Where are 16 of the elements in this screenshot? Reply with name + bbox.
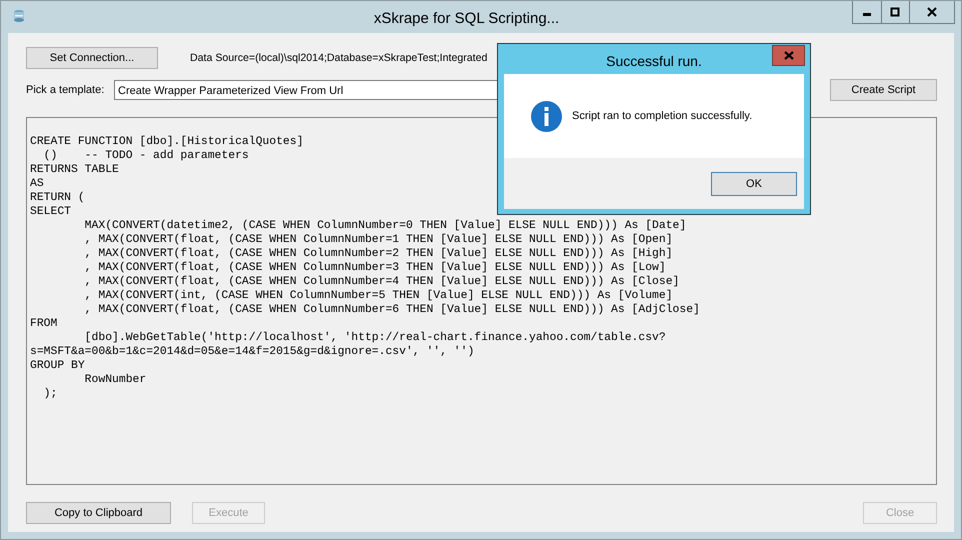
template-label: Pick a template:	[26, 84, 106, 96]
close-icon	[926, 7, 937, 17]
dialog-message: Script ran to completion successfully.	[572, 110, 752, 122]
window-title: xSkrape for SQL Scripting...	[374, 9, 560, 27]
close-icon	[784, 51, 794, 60]
connection-string: Data Source=(local)\sql2014;Database=xSkrapeTest;Integrated	[190, 52, 488, 64]
dialog-close-button[interactable]	[772, 45, 805, 66]
app-icon	[13, 9, 25, 23]
dialog-title: Successful run.	[606, 52, 702, 68]
maximize-icon	[890, 7, 900, 17]
set-connection-button[interactable]: Set Connection...	[26, 47, 158, 69]
info-icon	[531, 100, 562, 132]
ok-button[interactable]: OK	[711, 172, 797, 196]
action-button[interactable]: Copy to Clipboard	[26, 502, 171, 524]
create-script-button[interactable]: Create Script	[830, 79, 937, 101]
script-text: CREATE FUNCTION [dbo].[HistoricalQuotes] () -- TODO - add parameters RETURNS TABLE AS RETURN ( SELECT MAX(CONVERT(datetime2, (CASE WHEN ColumnNumber=0 THEN [Value] ELSE NULL END))) As [Date] , MAX(CONVERT(float, (CASE WHEN ColumnNumber=1 THEN [Value] ELSE NULL END))) As [Open] , MAX(CONVERT(float, (CASE WHEN ColumnNumber=2 THEN [Value] ELSE NULL END))) As [High] , MAX(CONVERT(float, (CASE WHEN ColumnNumber=3 THEN [Value] ELSE NULL END))) As [Low] , MAX(CONVERT(float, (CASE WHEN ColumnNumber=4 THEN [Value] ELSE NULL END))) As [Close] , MAX(CONVERT(int, (CASE WHEN ColumnNumber=5 THEN [Value] ELSE NULL END))) As [Volume] , MAX(CONVERT(float, (CASE WHEN ColumnNumber=6 THEN [Value] ELSE NULL END))) As [AdjClose] FROM [dbo].WebGetTable('http://localhost', 'http://real-chart.finance.yahoo.com/table.csv? s=MSFT&a=00&b=1&c=2014&d=05&e=14&f=2015&g=d&ignore=.csv', '', '') GROUP BY RowNumber );	[30, 135, 700, 401]
